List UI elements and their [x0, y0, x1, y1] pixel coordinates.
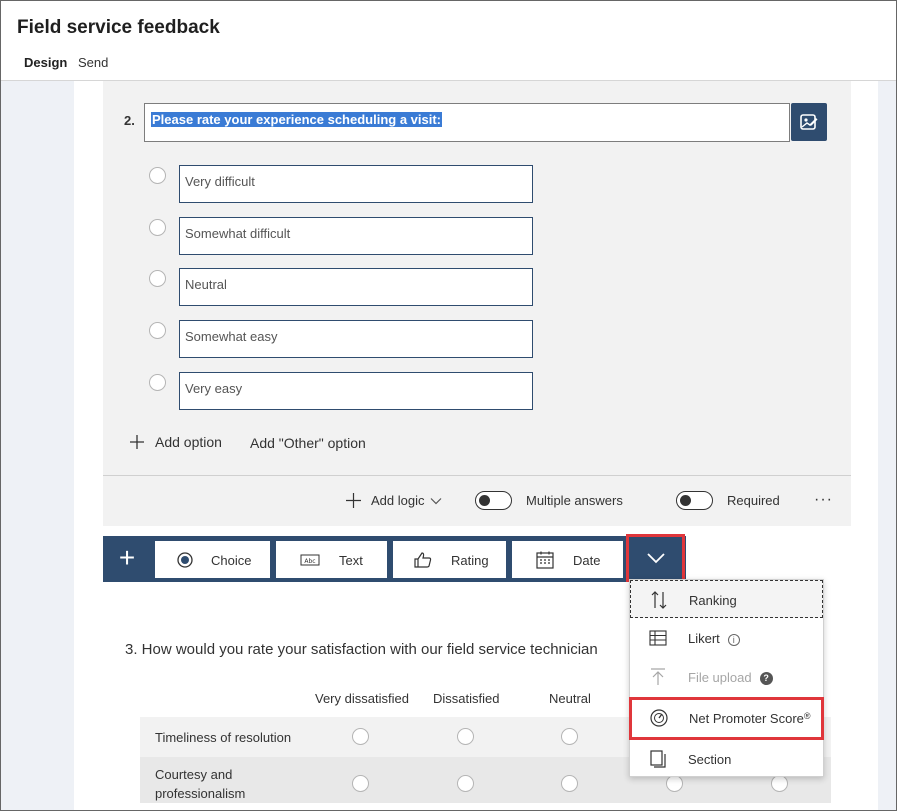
image-edit-icon	[800, 114, 818, 130]
section-icon	[650, 750, 666, 768]
option-text: Neutral	[185, 277, 227, 292]
option-radio[interactable]	[149, 167, 166, 184]
thumbs-up-icon	[414, 552, 432, 568]
insert-media-button[interactable]	[791, 103, 827, 141]
gauge-icon	[650, 709, 668, 727]
ranking-icon	[651, 591, 667, 609]
plus-icon	[346, 493, 361, 508]
option-row: Very difficult	[149, 165, 533, 203]
text-type-button[interactable]: Abc Text	[276, 541, 387, 578]
text-icon: Abc	[300, 554, 320, 566]
required-label: Required	[727, 493, 780, 508]
add-question-button[interactable]: +	[114, 544, 140, 573]
likert-radio[interactable]	[457, 728, 474, 745]
option-radio[interactable]	[149, 219, 166, 236]
multiple-answers-label: Multiple answers	[526, 493, 623, 508]
option-text: Somewhat difficult	[185, 226, 291, 241]
menu-item-label: Net Promoter Score®	[689, 711, 811, 726]
likert-row-label: Timeliness of resolution	[155, 730, 292, 745]
option-text: Somewhat easy	[185, 329, 278, 344]
option-input[interactable]: Very easy	[179, 372, 533, 410]
question3-title: 3. How would you rate your satisfaction …	[125, 641, 598, 658]
option-row: Somewhat difficult	[149, 217, 533, 255]
add-logic-button[interactable]: Add logic	[345, 492, 442, 509]
menu-item-label: Likert i	[688, 631, 740, 646]
choice-type-label: Choice	[211, 553, 252, 568]
option-input[interactable]: Very difficult	[179, 165, 533, 203]
registered-mark: ®	[803, 711, 811, 721]
question-type-menu: Ranking Likert i File upload? Net Promote…	[629, 579, 824, 777]
likert-column-header: Very dissatisfied	[315, 691, 409, 706]
option-input[interactable]: Somewhat easy	[179, 320, 533, 358]
menu-item-file-upload[interactable]: File upload?	[630, 658, 823, 696]
menu-item-label: File upload?	[688, 670, 773, 686]
option-input[interactable]: Somewhat difficult	[179, 217, 533, 255]
option-radio[interactable]	[149, 374, 166, 391]
add-option-label: Add option	[155, 434, 222, 450]
tab-design[interactable]: Design	[24, 55, 67, 70]
date-type-button[interactable]: Date	[512, 541, 623, 578]
rating-type-label: Rating	[451, 553, 489, 568]
form-title: Field service feedback	[17, 17, 220, 38]
divider	[103, 475, 851, 476]
rating-type-button[interactable]: Rating	[393, 541, 506, 578]
file-upload-label-text: File upload	[688, 670, 752, 685]
chevron-down-icon	[431, 497, 442, 504]
menu-item-ranking[interactable]: Ranking	[630, 580, 823, 618]
menu-item-net-promoter-score[interactable]: Net Promoter Score®	[629, 697, 824, 740]
likert-radio[interactable]	[352, 775, 369, 792]
svg-text:Abc: Abc	[304, 558, 315, 565]
choice-type-button[interactable]: Choice	[155, 541, 270, 578]
add-option-button[interactable]: Add option	[128, 433, 222, 451]
likert-column-header: Dissatisfied	[433, 691, 500, 706]
add-other-option-button[interactable]: Add "Other" option	[250, 435, 366, 451]
add-logic-label: Add logic	[371, 493, 425, 508]
multiple-answers-toggle[interactable]	[475, 491, 512, 510]
option-input[interactable]: Neutral	[179, 268, 533, 306]
menu-item-section[interactable]: Section	[630, 740, 823, 778]
option-radio[interactable]	[149, 270, 166, 287]
option-row: Neutral	[149, 268, 533, 306]
menu-item-likert[interactable]: Likert i	[630, 619, 823, 657]
chevron-down-icon	[646, 553, 665, 564]
likert-radio[interactable]	[457, 775, 474, 792]
text-type-label: Text	[339, 553, 363, 568]
required-toggle[interactable]	[676, 491, 713, 510]
likert-icon	[649, 630, 667, 646]
radio-icon	[177, 552, 193, 568]
calendar-icon	[536, 551, 554, 569]
plus-icon	[130, 435, 144, 449]
option-text: Very easy	[185, 381, 243, 396]
question-title-text: Please rate your experience scheduling a…	[151, 112, 443, 127]
app-window: Field service feedback Design Send 2. Pl…	[0, 0, 897, 811]
option-row: Very easy	[149, 372, 533, 410]
likert-row-label: Courtesy and professionalism	[155, 767, 246, 801]
likert-radio[interactable]	[352, 728, 369, 745]
question-number: 2.	[124, 113, 135, 128]
header: Field service feedback Design Send	[1, 1, 896, 81]
likert-column-header: Neutral	[549, 691, 591, 706]
more-question-types-button[interactable]	[626, 534, 685, 582]
option-radio[interactable]	[149, 322, 166, 339]
info-icon[interactable]: i	[727, 633, 740, 646]
more-options-button[interactable]: ···	[814, 491, 833, 509]
menu-item-label: Ranking	[689, 593, 737, 608]
likert-label-text: Likert	[688, 631, 720, 646]
date-type-label: Date	[573, 553, 601, 568]
upload-icon	[651, 668, 665, 685]
menu-item-label: Section	[688, 752, 732, 767]
question-title-input[interactable]: Please rate your experience scheduling a…	[144, 103, 790, 142]
likert-radio[interactable]	[561, 728, 578, 745]
tab-send[interactable]: Send	[78, 55, 108, 70]
option-text: Very difficult	[185, 174, 255, 189]
option-row: Somewhat easy	[149, 320, 533, 358]
help-icon[interactable]: ?	[759, 672, 773, 686]
likert-radio[interactable]	[561, 775, 578, 792]
nps-label-text: Net Promoter Score	[689, 711, 804, 726]
